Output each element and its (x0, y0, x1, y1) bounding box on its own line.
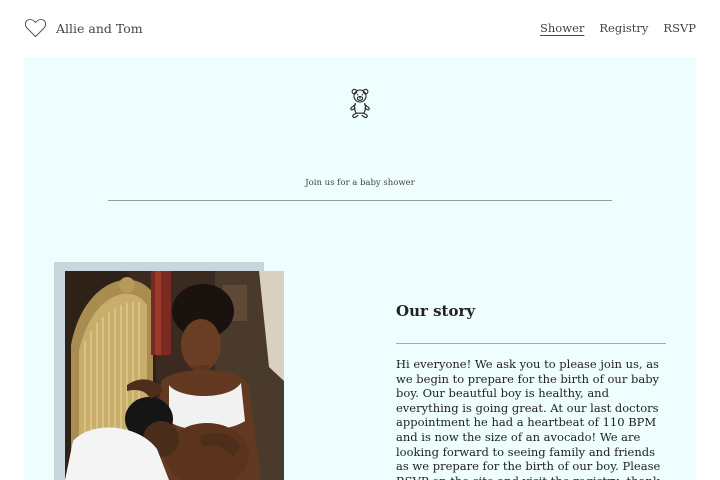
nav-link-shower[interactable]: Shower (540, 21, 584, 35)
story-divider (396, 343, 666, 344)
brand-name: Allie and Tom (56, 20, 143, 36)
story-text: Hi everyone! We ask you to please join u… (396, 357, 661, 480)
heart-outline-icon (24, 18, 47, 38)
hero-tagline: Join us for a baby shower (305, 178, 415, 188)
hero-section: Join us for a baby shower Our story Hi e… (24, 57, 696, 480)
story-title: Our story (396, 302, 476, 320)
couple-photo (65, 271, 284, 480)
main-nav: Shower Registry RSVP (540, 21, 696, 35)
hero-divider (108, 200, 612, 201)
teddy-bear-icon (350, 88, 370, 119)
top-navigation-bar: Allie and Tom Shower Registry RSVP (0, 0, 720, 57)
nav-link-registry[interactable]: Registry (599, 21, 648, 35)
brand[interactable]: Allie and Tom (24, 18, 143, 38)
nav-link-rsvp[interactable]: RSVP (663, 21, 696, 35)
